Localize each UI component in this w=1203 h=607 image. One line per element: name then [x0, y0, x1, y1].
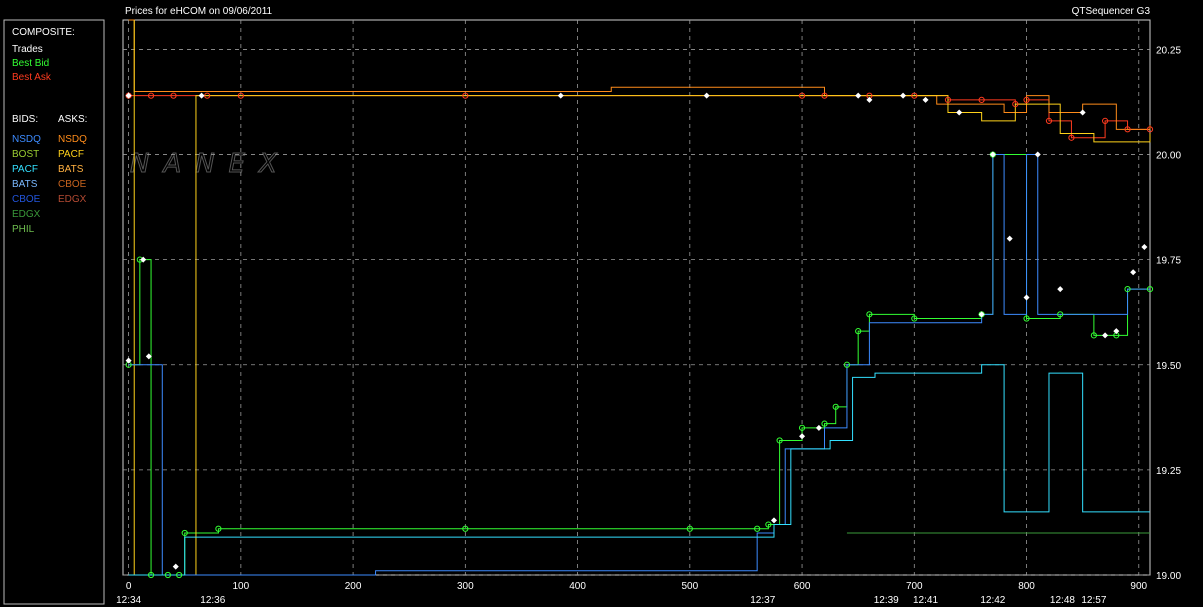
time-tick-label-1: 12:36 — [200, 595, 225, 606]
x-tick-label-7: 700 — [906, 581, 923, 592]
x-tick-label-4: 400 — [569, 581, 586, 592]
time-tick-label-6: 12:48 — [1050, 595, 1075, 606]
legend-bid-bost: BOST — [12, 149, 39, 160]
time-tick-label-7: 12:57 — [1081, 595, 1106, 606]
legend-bid-bats: BATS — [12, 179, 38, 190]
time-tick-label-4: 12:41 — [913, 595, 938, 606]
x-tick-label-5: 500 — [681, 581, 698, 592]
x-tick-label-2: 200 — [345, 581, 362, 592]
price-chart[interactable]: Prices for eHCOM on 09/06/2011 QTSequenc… — [0, 0, 1203, 607]
y-tick-label-1: 19.25 — [1156, 466, 1181, 477]
y-tick-label-4: 20.00 — [1156, 151, 1181, 162]
legend: COMPOSITE: Trades Best Bid Best Ask BIDS: ASK… — [12, 27, 87, 235]
time-tick-label-0: 12:34 — [116, 595, 141, 606]
legend-ask-nsdq: NSDQ — [58, 134, 87, 145]
plot-area — [122, 19, 1151, 576]
x-tick-label-6: 600 — [794, 581, 811, 592]
legend-composite-item-1: Best Bid — [12, 58, 49, 69]
legend-bid-edgx: EDGX — [12, 209, 41, 220]
y-tick-label-2: 19.50 — [1156, 361, 1181, 372]
y-tick-label-5: 20.25 — [1156, 45, 1181, 56]
chart-title: Prices for eHCOM on 09/06/2011 — [125, 6, 273, 17]
x-tick-label-9: 900 — [1130, 581, 1147, 592]
x-tick-label-0: 0 — [126, 581, 132, 592]
legend-bid-nsdq: NSDQ — [12, 134, 41, 145]
y-tick-label-3: 19.75 — [1156, 256, 1181, 267]
legend-bid-pacf: PACF — [12, 164, 38, 175]
legend-bid-cboe: CBOE — [12, 194, 41, 205]
time-tick-label-5: 12:42 — [980, 595, 1005, 606]
legend-composite-label: COMPOSITE: — [12, 27, 75, 38]
legend-bid-phil: PHIL — [12, 224, 35, 235]
legend-panel — [3, 19, 105, 605]
time-tick-label-3: 12:39 — [874, 595, 899, 606]
x-tick-label-3: 300 — [457, 581, 474, 592]
legend-asks-label: ASKS: — [58, 114, 87, 125]
legend-ask-pacf: PACF — [58, 149, 84, 160]
legend-ask-edgx: EDGX — [58, 194, 87, 205]
legend-composite-item-2: Best Ask — [12, 72, 52, 83]
legend-bids-label: BIDS: — [12, 114, 38, 125]
app-name: QTSequencer G3 — [1072, 6, 1151, 17]
watermark: NANEX — [130, 149, 291, 179]
y-tick-label-0: 19.00 — [1156, 571, 1181, 582]
x-tick-label-8: 800 — [1018, 581, 1035, 592]
legend-composite-item-0: Trades — [12, 44, 43, 55]
legend-ask-bats: BATS — [58, 164, 84, 175]
time-tick-label-2: 12:37 — [750, 595, 775, 606]
x-tick-label-1: 100 — [233, 581, 250, 592]
legend-ask-cboe: CBOE — [58, 179, 87, 190]
